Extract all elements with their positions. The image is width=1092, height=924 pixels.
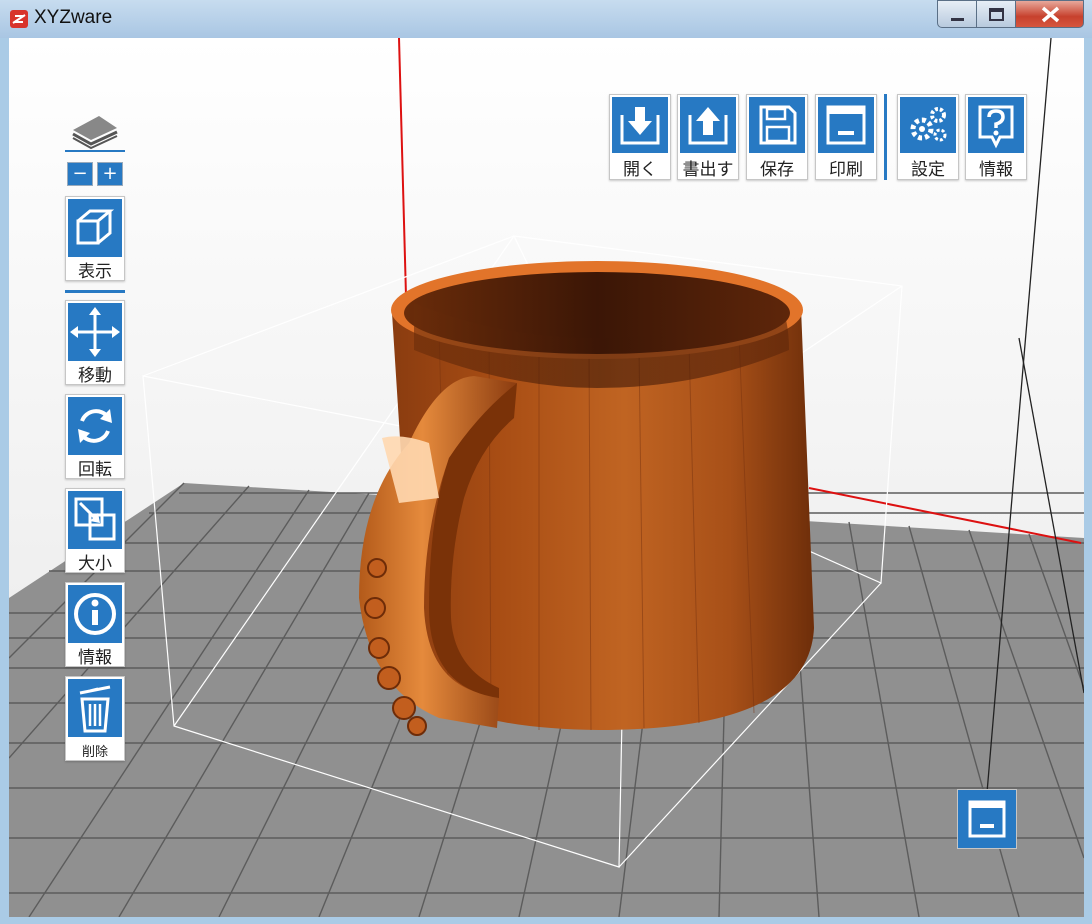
help-button[interactable]: 情報	[965, 94, 1027, 180]
export-label: 書出す	[682, 160, 734, 180]
export-icon	[680, 97, 736, 153]
export-button[interactable]: 書出す	[677, 94, 739, 180]
window-title: XYZware	[34, 7, 113, 28]
scale-button[interactable]: 大小	[65, 488, 125, 574]
separator	[65, 290, 125, 293]
3d-viewport[interactable]: − + 表示 移動 回転 大小 情報 削除 開く 書出す 保存 印刷 設定 情報	[9, 38, 1084, 917]
settings-label: 設定	[911, 160, 945, 180]
print-window-icon	[968, 800, 1006, 838]
mug-model[interactable]	[359, 261, 814, 736]
scale-icon	[68, 491, 122, 549]
move-button[interactable]: 移動	[65, 300, 125, 386]
app-window: XYZware − + 表示 移動 回転 大小 情報 削除 開く 書出す 保存 …	[0, 0, 1092, 924]
minimize-button[interactable]	[937, 0, 977, 28]
open-label: 開く	[623, 160, 657, 180]
info-label: 情報	[78, 648, 112, 668]
print-label: 印刷	[829, 160, 863, 180]
cube-icon	[68, 199, 122, 257]
rotate-button[interactable]: 回転	[65, 394, 125, 480]
save-icon	[749, 97, 805, 153]
xyzware-app-icon	[10, 10, 28, 28]
open-icon	[612, 97, 668, 153]
separator	[884, 94, 887, 180]
view-label: 表示	[78, 262, 112, 282]
zoom-out-button[interactable]: −	[67, 162, 93, 186]
info-button[interactable]: 情報	[65, 582, 125, 668]
zoom-in-button[interactable]: +	[97, 162, 123, 186]
info-icon	[68, 585, 122, 643]
maximize-button[interactable]	[976, 0, 1016, 28]
close-icon	[1041, 6, 1060, 23]
layers-icon	[65, 116, 125, 152]
move-label: 移動	[78, 366, 112, 386]
trash-icon	[68, 679, 122, 737]
rotate-label: 回転	[78, 460, 112, 480]
scale-label: 大小	[78, 554, 112, 574]
open-button[interactable]: 開く	[609, 94, 671, 180]
save-label: 保存	[760, 160, 794, 180]
close-button[interactable]	[1015, 0, 1084, 28]
print-icon	[818, 97, 874, 153]
print-button[interactable]: 印刷	[815, 94, 877, 180]
delete-label: 削除	[81, 745, 108, 760]
help-label: 情報	[979, 160, 1013, 180]
view-button[interactable]: 表示	[65, 196, 125, 282]
save-button[interactable]: 保存	[746, 94, 808, 180]
move-arrows-icon	[68, 303, 122, 361]
maximize-icon	[989, 8, 1004, 21]
delete-button[interactable]: 削除	[65, 676, 125, 761]
minimize-icon	[951, 18, 964, 21]
settings-icon	[900, 97, 956, 153]
title-bar: XYZware	[0, 0, 1092, 38]
settings-button[interactable]: 設定	[897, 94, 959, 180]
print-queue-button[interactable]	[957, 789, 1017, 849]
help-icon	[968, 97, 1024, 153]
rotate-icon	[68, 397, 122, 455]
